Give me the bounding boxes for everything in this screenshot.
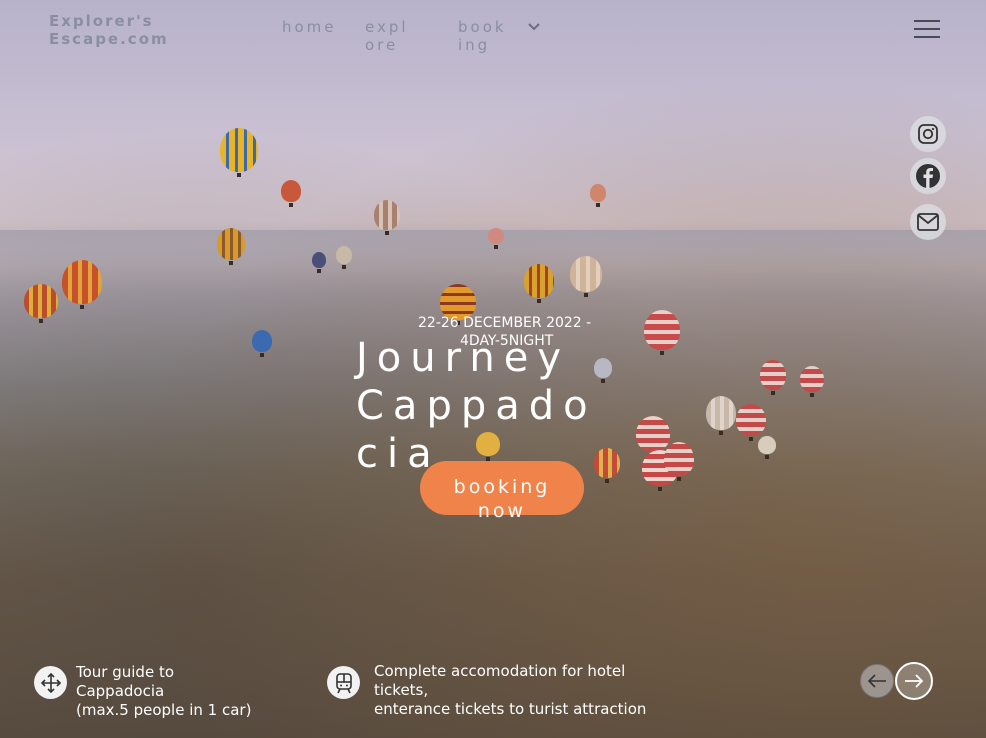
feature-2-line3: enterance tickets to turist attraction	[374, 700, 647, 718]
nav-explore[interactable]: expl ore	[365, 18, 409, 54]
instagram-icon[interactable]	[910, 116, 946, 152]
balloon	[374, 200, 400, 235]
logo-line1: Explorer's	[49, 12, 154, 30]
trip-dates-line1: 22-26 DECEMBER 2022 -	[418, 315, 592, 331]
hamburger-menu-icon[interactable]	[914, 20, 940, 38]
nav-booking-label-1: book	[458, 18, 507, 36]
balloon	[24, 284, 58, 323]
nav-booking-label-2: ing	[458, 36, 491, 54]
balloon	[312, 252, 326, 273]
feature-2-line1: Complete accomodation for hotel	[374, 662, 626, 680]
nav-home[interactable]: home	[282, 18, 337, 36]
move-icon	[34, 666, 67, 699]
balloon	[800, 366, 824, 397]
balloon	[706, 396, 736, 435]
hero-title-line1: Journey	[356, 335, 570, 381]
balloon	[736, 404, 766, 441]
balloon	[524, 264, 554, 303]
feature-accommodation: Complete accomodation for hotel tickets,…	[374, 662, 646, 719]
next-arrow-icon[interactable]	[895, 662, 933, 700]
balloon	[217, 228, 245, 265]
facebook-icon[interactable]	[910, 158, 946, 194]
hero-title: Journey Cappado cia	[356, 334, 606, 478]
balloon	[220, 128, 258, 177]
balloon	[336, 246, 352, 269]
balloon	[760, 360, 786, 395]
balloon	[62, 260, 102, 309]
balloon	[570, 256, 602, 297]
balloon	[252, 330, 272, 357]
nav-booking[interactable]: book ing	[458, 18, 507, 54]
balloon	[488, 228, 504, 249]
balloon	[636, 416, 670, 457]
logo-line2: Escape.com	[49, 30, 169, 48]
cta-line1: booking	[453, 476, 551, 498]
feature-tour-guide: Tour guide to Cappadocia (max.5 people i…	[76, 663, 251, 720]
balloon	[758, 436, 776, 459]
feature-2-line2: tickets,	[374, 681, 429, 699]
feature-1-line1: Tour guide to	[76, 663, 175, 681]
previous-arrow-icon[interactable]	[860, 664, 894, 698]
balloon	[590, 184, 606, 207]
train-icon	[327, 666, 360, 699]
hero-title-line2: Cappado	[356, 383, 597, 429]
booking-now-button[interactable]: booking now	[420, 461, 584, 522]
site-logo[interactable]: Explorer's Escape.com	[49, 12, 169, 48]
mail-icon[interactable]	[910, 204, 946, 240]
cta-line2: now	[477, 500, 527, 522]
balloon	[281, 180, 301, 207]
feature-1-line3: (max.5 people in 1 car)	[76, 701, 252, 719]
balloon	[664, 442, 694, 481]
nav-explore-label-2: ore	[365, 36, 399, 54]
nav-explore-label-1: expl	[365, 18, 409, 36]
chevron-down-icon[interactable]	[527, 20, 541, 34]
nav-home-label: home	[282, 18, 337, 36]
balloon	[644, 310, 680, 355]
feature-1-line2: Cappadocia	[76, 682, 165, 700]
